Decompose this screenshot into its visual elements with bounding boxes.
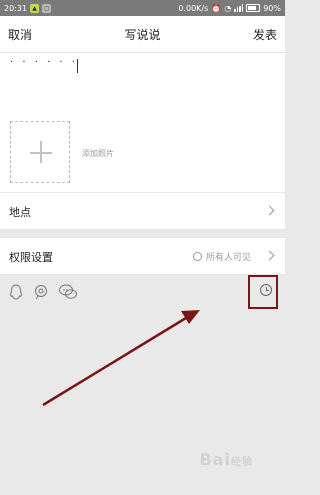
notification-image-icon: ◻ xyxy=(42,3,52,13)
location-row[interactable]: 地点 xyxy=(0,192,285,230)
watermark-text: Bai xyxy=(199,450,231,469)
status-bar-right: 0.00K/s ⏰ ◔ 90% xyxy=(178,4,281,13)
top-bar: 取消 写说说 发表 xyxy=(0,16,285,53)
clock-icon[interactable] xyxy=(260,284,272,296)
status-bar: 20:31 ▲ ◻ 0.00K/s ⏰ ◔ 90% xyxy=(0,0,285,16)
status-bar-left: 20:31 ▲ ◻ xyxy=(4,3,52,13)
watermark: Bai经验 xyxy=(200,450,253,469)
wifi-icon: ◔ xyxy=(224,3,232,13)
battery-level: 90% xyxy=(263,3,281,13)
chat-bubbles-icon[interactable] xyxy=(58,284,78,300)
compose-area[interactable]: · · · · · · 添加照片 xyxy=(0,53,285,193)
text-cursor xyxy=(77,59,78,73)
add-photo-label: 添加照片 xyxy=(82,149,114,158)
chevron-right-icon xyxy=(264,250,275,261)
chevron-right-icon xyxy=(264,205,275,216)
compose-toolbar xyxy=(0,274,285,314)
alarm-icon: ⏰ xyxy=(211,3,222,13)
permission-row[interactable]: 权限设置 所有人可见 xyxy=(0,237,285,275)
battery-icon xyxy=(246,4,261,12)
mention-icon[interactable] xyxy=(34,284,48,300)
permission-value: 所有人可见 xyxy=(206,253,252,263)
notification-app-icon: ▲ xyxy=(30,3,40,13)
compose-text[interactable]: · · · · · · xyxy=(10,57,78,68)
location-label: 地点 xyxy=(9,206,31,219)
publish-button[interactable]: 发表 xyxy=(253,26,277,43)
signal-icon xyxy=(234,4,244,12)
status-time: 20:31 xyxy=(4,3,28,13)
page-title: 写说说 xyxy=(124,28,161,42)
watermark-suffix: 经验 xyxy=(231,457,253,468)
add-photo-button[interactable] xyxy=(10,121,70,183)
plus-icon-vertical xyxy=(40,141,42,163)
network-speed: 0.00K/s xyxy=(178,3,209,13)
qq-penguin-icon[interactable] xyxy=(9,284,23,300)
permission-label: 权限设置 xyxy=(9,251,53,264)
visibility-icon xyxy=(193,252,202,261)
